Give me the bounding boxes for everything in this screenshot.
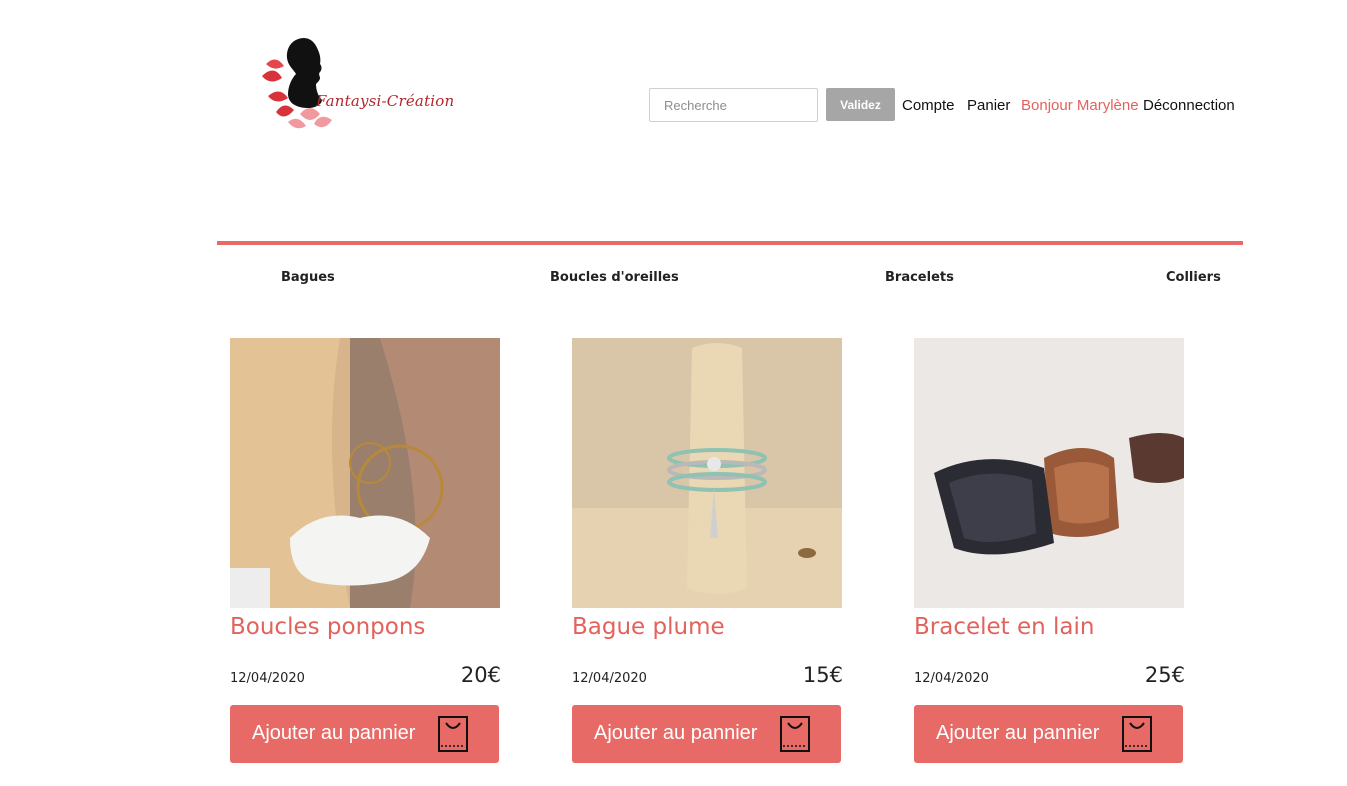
search-input[interactable] bbox=[649, 88, 818, 122]
product-card: Bracelet en lain 12/04/2020 25€ Ajouter … bbox=[914, 338, 1185, 768]
shopping-bag-icon bbox=[780, 716, 810, 752]
product-name[interactable]: Bague plume bbox=[572, 614, 725, 640]
product-price: 25€ bbox=[1144, 663, 1185, 687]
site-logo[interactable]: Fantaysi-Création bbox=[258, 34, 454, 134]
product-image-ring[interactable] bbox=[572, 338, 842, 608]
shopping-bag-icon bbox=[1122, 716, 1152, 752]
product-name[interactable]: Bracelet en lain bbox=[914, 614, 1095, 640]
nav-account-link[interactable]: Compte bbox=[902, 97, 955, 114]
shopping-bag-icon bbox=[438, 716, 468, 752]
add-to-cart-label: Ajouter au pannier bbox=[594, 722, 758, 744]
product-price: 20€ bbox=[460, 663, 501, 687]
category-earrings[interactable]: Boucles d'oreilles bbox=[550, 270, 679, 285]
logo-text: Fantaysi-Création bbox=[316, 92, 455, 110]
product-card: Boucles ponpons 12/04/2020 20€ Ajouter a… bbox=[230, 338, 501, 768]
product-date: 12/04/2020 bbox=[230, 671, 305, 686]
header-divider bbox=[217, 241, 1243, 245]
product-image-earrings[interactable] bbox=[230, 338, 500, 608]
add-to-cart-button[interactable]: Ajouter au pannier bbox=[914, 705, 1183, 763]
user-greeting: Bonjour Marylène bbox=[1021, 97, 1139, 114]
add-to-cart-button[interactable]: Ajouter au pannier bbox=[572, 705, 841, 763]
product-price: 15€ bbox=[802, 663, 843, 687]
add-to-cart-label: Ajouter au pannier bbox=[252, 722, 416, 744]
category-rings[interactable]: Bagues bbox=[281, 270, 335, 285]
page: Fantaysi-Création Validez Compte Panier … bbox=[0, 0, 1347, 786]
category-bracelets[interactable]: Bracelets bbox=[885, 270, 954, 285]
nav-cart-link[interactable]: Panier bbox=[967, 97, 1010, 114]
add-to-cart-label: Ajouter au pannier bbox=[936, 722, 1100, 744]
add-to-cart-button[interactable]: Ajouter au pannier bbox=[230, 705, 499, 763]
category-necklaces[interactable]: Colliers bbox=[1166, 270, 1221, 285]
product-name[interactable]: Boucles ponpons bbox=[230, 614, 425, 640]
product-date: 12/04/2020 bbox=[914, 671, 989, 686]
product-image-bracelet[interactable] bbox=[914, 338, 1184, 608]
nav-logout-link[interactable]: Déconnection bbox=[1143, 97, 1235, 114]
product-date: 12/04/2020 bbox=[572, 671, 647, 686]
validate-search-button[interactable]: Validez bbox=[826, 88, 895, 121]
woman-silhouette-logo-icon bbox=[262, 38, 332, 129]
product-card: Bague plume 12/04/2020 15€ Ajouter au pa… bbox=[572, 338, 843, 768]
